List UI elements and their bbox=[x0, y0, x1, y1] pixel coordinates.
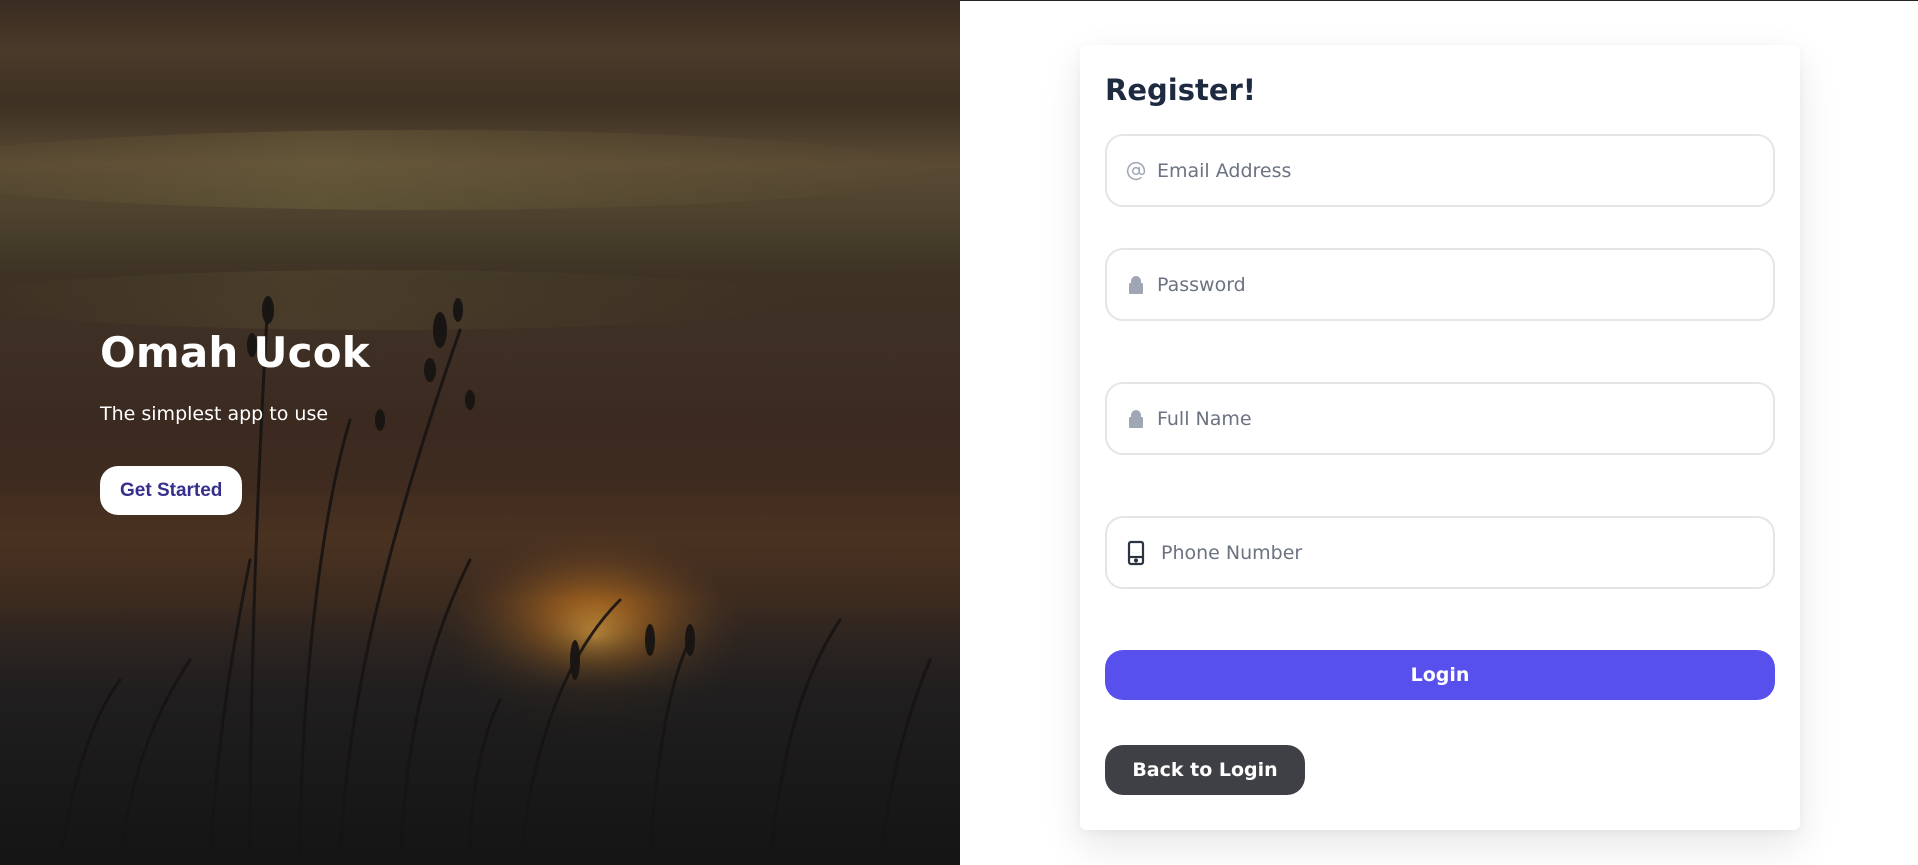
password-field[interactable] bbox=[1105, 248, 1775, 321]
full-name-input[interactable] bbox=[1157, 407, 1757, 430]
at-icon bbox=[1125, 160, 1147, 182]
phone-icon bbox=[1125, 540, 1147, 565]
back-to-login-button[interactable]: Back to Login bbox=[1105, 745, 1305, 795]
full-name-field[interactable] bbox=[1105, 382, 1775, 455]
email-input[interactable] bbox=[1157, 159, 1757, 182]
hero-title: Omah Ucok bbox=[100, 328, 370, 377]
lock-icon bbox=[1125, 408, 1147, 430]
register-card: Register! Email Address Full Name Phone … bbox=[1080, 45, 1800, 830]
password-input[interactable] bbox=[1157, 273, 1757, 296]
register-panel: Register! Email Address Full Name Phone … bbox=[960, 0, 1918, 865]
register-title: Register! bbox=[1105, 73, 1257, 107]
lock-icon bbox=[1125, 274, 1147, 296]
get-started-button[interactable]: Get Started bbox=[100, 466, 243, 515]
phone-number-field[interactable] bbox=[1105, 516, 1775, 589]
hero-content: Omah Ucok The simplest app to use Get St… bbox=[100, 326, 370, 515]
email-field[interactable] bbox=[1105, 134, 1775, 207]
phone-number-input[interactable] bbox=[1161, 541, 1761, 564]
hero-panel: Omah Ucok The simplest app to use Get St… bbox=[0, 0, 960, 865]
hero-subtitle: The simplest app to use bbox=[100, 403, 329, 425]
login-button[interactable]: Login bbox=[1105, 650, 1775, 700]
